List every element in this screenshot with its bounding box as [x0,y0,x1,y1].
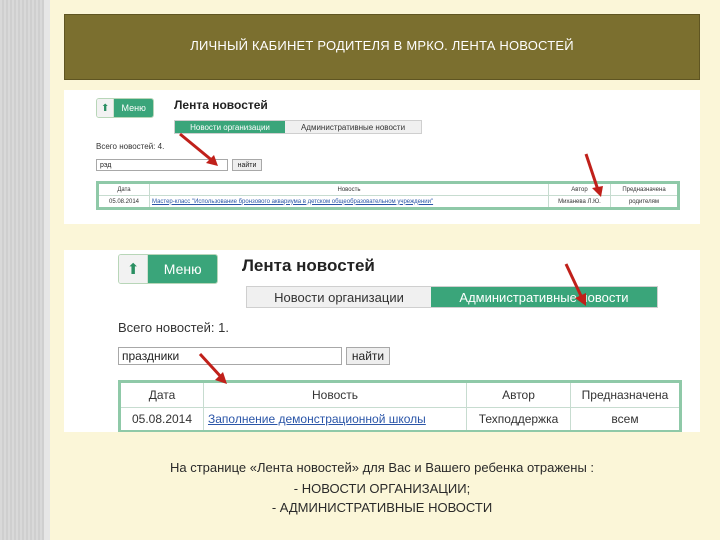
menu-button[interactable]: ⬆ Меню [96,98,154,118]
cell-author: Миханева Л.Ю. [548,195,611,209]
search-row: найти [118,347,390,365]
menu-label: Меню [114,99,153,117]
cell-audience: родителям [610,195,679,209]
search-input[interactable] [96,159,228,171]
tab-organization-news[interactable]: Новости организации [175,121,285,133]
news-link[interactable]: Мастер-класс "Использование бронзового а… [149,195,549,209]
news-link[interactable]: Заполнение демонстрационной школы [203,407,467,432]
column-header-audience[interactable]: Предназначена [610,182,679,196]
column-header-author[interactable]: Автор [466,381,571,408]
cell-author: Техподдержка [466,407,571,432]
column-header-audience[interactable]: Предназначена [570,381,681,408]
caption-line: На странице «Лента новостей» для Вас и В… [169,460,595,475]
tab-administrative-news[interactable]: Административные новости [285,121,421,133]
news-tabs: Новости организации Административные нов… [174,120,422,134]
search-input[interactable] [118,347,342,365]
slide-title: ЛИЧНЫЙ КАБИНЕТ РОДИТЕЛЯ В МРКО. ЛЕНТА НО… [190,38,574,53]
search-button[interactable]: найти [346,347,390,365]
screenshot-administrative-news: ⬆ Меню Лента новостей Новости организаци… [64,250,700,432]
search-row: найти [96,159,262,171]
news-table: Дата Новость Автор Предназначена 05.08.2… [96,181,680,210]
column-header-news[interactable]: Новость [149,182,549,196]
menu-button[interactable]: ⬆ Меню [118,254,218,284]
tab-administrative-news[interactable]: Административные новости [431,287,657,307]
news-table: Дата Новость Автор Предназначена 05.08.2… [118,380,682,432]
left-decorative-stripe [0,0,50,540]
news-count: Всего новостей: 4. [96,142,165,151]
cell-date: 05.08.2014 [97,195,150,209]
column-header-date[interactable]: Дата [97,182,150,196]
caption-line: - НОВОСТИ ОРГАНИЗАЦИИ; [293,481,471,496]
table-header-row: Дата Новость Автор Предназначена [119,381,681,408]
menu-label: Меню [148,255,217,283]
news-tabs: Новости организации Административные нов… [246,286,658,308]
tab-organization-news[interactable]: Новости организации [247,287,431,307]
home-arrow-icon[interactable]: ⬆ [119,255,149,283]
home-arrow-icon[interactable]: ⬆ [97,99,115,117]
caption-line: - АДМИНИСТРАТИВНЫЕ НОВОСТИ [271,500,493,515]
screenshot-organization-news: ⬆ Меню Лента новостей Новости организаци… [64,90,700,224]
page-title: Лента новостей [242,256,375,275]
column-header-news[interactable]: Новость [203,381,467,408]
search-button[interactable]: найти [232,159,262,171]
column-header-author[interactable]: Автор [548,182,611,196]
cell-date: 05.08.2014 [119,407,204,432]
table-row: 05.08.2014 Заполнение демонстрационной ш… [119,407,681,432]
column-header-date[interactable]: Дата [119,381,204,408]
page-title: Лента новостей [174,98,268,112]
table-row: 05.08.2014 Мастер-класс "Использование б… [97,195,679,209]
table-header-row: Дата Новость Автор Предназначена [97,182,679,196]
title-banner: ЛИЧНЫЙ КАБИНЕТ РОДИТЕЛЯ В МРКО. ЛЕНТА НО… [64,14,700,80]
cell-audience: всем [570,407,681,432]
news-count: Всего новостей: 1. [118,320,229,335]
